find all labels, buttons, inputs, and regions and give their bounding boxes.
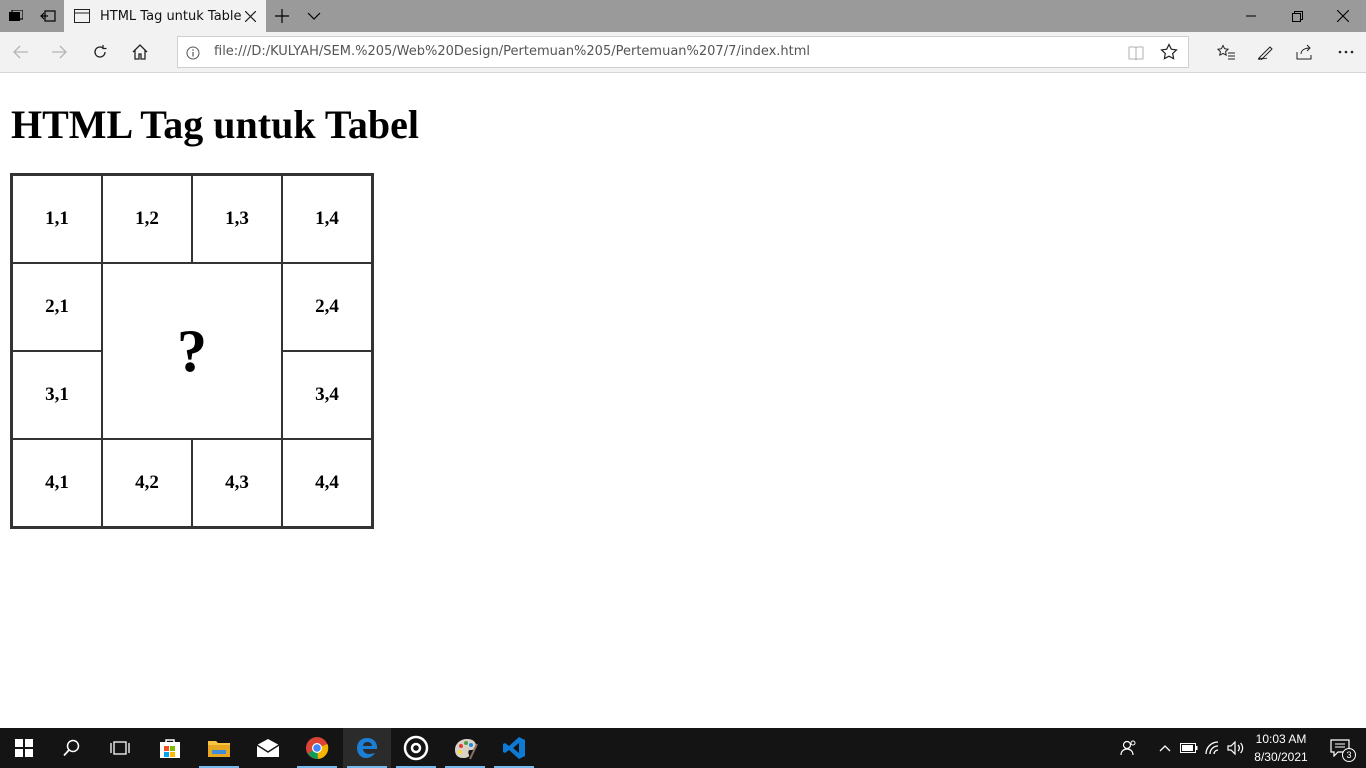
groove-music-icon[interactable] [392,728,440,768]
tab-manager-icon[interactable] [0,0,32,32]
volume-icon[interactable] [1225,728,1247,768]
table-row: 2,1 ? 2,4 [12,263,372,439]
people-icon[interactable] [1116,728,1142,768]
clock-time: 10:03 AM [1255,732,1307,746]
share-icon[interactable] [1289,36,1321,68]
home-icon[interactable] [124,36,156,68]
table-cell: 2,1 [12,263,102,351]
more-options-icon[interactable] [1330,36,1362,68]
close-tab-icon[interactable] [242,8,258,24]
wifi-icon[interactable] [1203,728,1225,768]
table-cell: 2,4 [282,263,372,351]
back-icon[interactable] [4,36,36,68]
table-cell: 4,2 [102,439,192,527]
address-bar[interactable]: file:///D:/KULYAH/SEM.%205/Web%20Design/… [177,36,1189,68]
merged-question-cell: ? [102,263,282,439]
clock-date: 8/30/2021 [1254,750,1308,764]
close-window-icon[interactable] [1320,0,1366,32]
web-note-pen-icon[interactable] [1250,36,1282,68]
tab-active[interactable]: HTML Tag untuk Table [64,0,266,32]
page-icon [74,9,90,23]
page-content: HTML Tag untuk Tabel 1,1 1,2 1,3 1,4 2,1… [0,73,1366,728]
taskbar: 10:03 AM 8/30/2021 3 [0,728,1366,768]
minimize-icon[interactable] [1228,0,1274,32]
set-tabs-aside-icon[interactable] [32,0,64,32]
url-text[interactable]: file:///D:/KULYAH/SEM.%205/Web%20Design/… [214,44,810,59]
navigation-bar: file:///D:/KULYAH/SEM.%205/Web%20Design/… [0,32,1366,73]
edge-icon[interactable] [343,728,391,768]
table-row: 4,1 4,2 4,3 4,4 [12,439,372,527]
paint-icon[interactable] [441,728,489,768]
task-view-icon[interactable] [96,728,144,768]
table-cell: 1,4 [282,175,372,263]
table-cell: 3,1 [12,351,102,439]
notification-badge: 3 [1342,748,1356,762]
search-icon[interactable] [48,728,96,768]
vscode-icon[interactable] [490,728,538,768]
reading-view-icon[interactable] [1128,45,1144,64]
show-hidden-icons-chevron-icon[interactable] [1154,728,1176,768]
restore-icon[interactable] [1274,0,1320,32]
clock[interactable]: 10:03 AM 8/30/2021 [1246,730,1316,766]
table-cell: 1,2 [102,175,192,263]
new-tab-icon[interactable] [266,0,298,32]
chrome-icon[interactable] [293,728,341,768]
table-cell: 3,4 [282,351,372,439]
info-icon[interactable] [186,45,200,60]
tab-title: HTML Tag untuk Table [100,8,242,24]
refresh-icon[interactable] [84,36,116,68]
favorite-star-icon[interactable] [1160,43,1178,65]
file-explorer-icon[interactable] [195,728,243,768]
battery-icon[interactable] [1178,728,1200,768]
page-title: HTML Tag untuk Tabel [11,102,420,147]
favorites-hub-icon[interactable] [1210,36,1242,68]
start-windows-icon[interactable] [0,728,48,768]
table-row: 1,1 1,2 1,3 1,4 [12,175,372,263]
table-cell: 4,4 [282,439,372,527]
microsoft-store-icon[interactable] [146,728,194,768]
table-cell: 1,1 [12,175,102,263]
tab-preview-chevron-icon[interactable] [298,0,330,32]
tab-bar: HTML Tag untuk Table [0,0,1366,32]
action-center-icon[interactable]: 3 [1320,728,1360,768]
forward-icon[interactable] [44,36,76,68]
table-cell: 4,3 [192,439,282,527]
table-cell: 4,1 [12,439,102,527]
cell-table: 1,1 1,2 1,3 1,4 2,1 ? 2,4 3,1 3,4 4,1 4,… [10,173,374,529]
table-cell: 1,3 [192,175,282,263]
mail-icon[interactable] [244,728,292,768]
